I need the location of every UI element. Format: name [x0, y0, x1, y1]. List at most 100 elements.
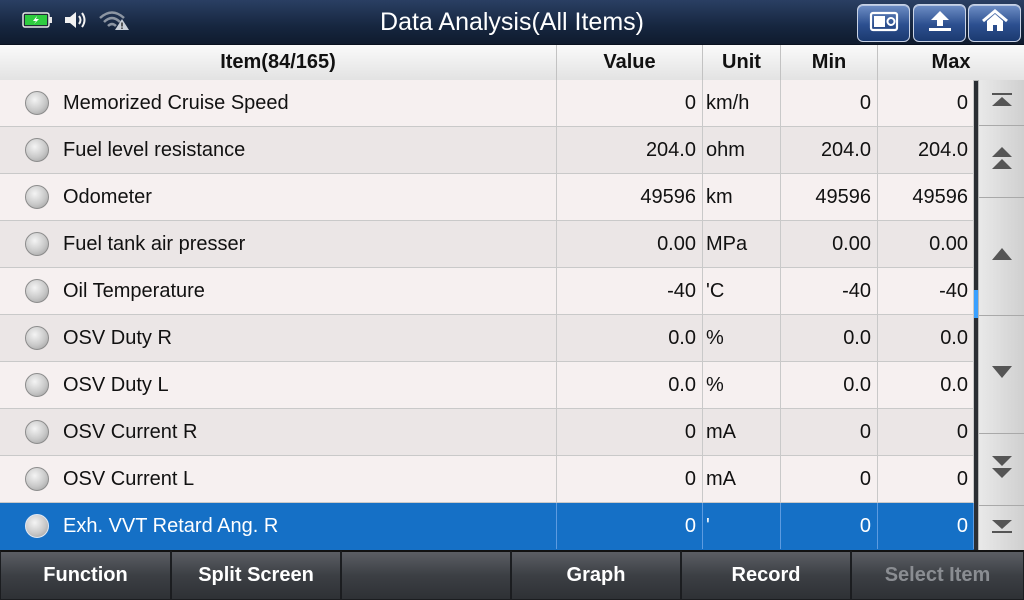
item-name: OSV Current L [63, 468, 195, 490]
item-max: 0.00 [878, 221, 974, 267]
item-value: 0 [557, 456, 703, 502]
table-row[interactable]: Odometer 49596 km 49596 49596 [0, 174, 974, 221]
item-name: Fuel tank air presser [63, 233, 246, 255]
item-max: 49596 [878, 174, 974, 220]
item-unit: ' [703, 503, 781, 549]
item-max: 0.0 [878, 362, 974, 408]
screenshot-icon [869, 10, 899, 37]
item-unit: km [703, 174, 781, 220]
item-unit: MPa [703, 221, 781, 267]
item-name: Odometer [63, 186, 152, 208]
item-max: -40 [878, 268, 974, 314]
scroll-down-button[interactable] [979, 316, 1024, 434]
row-radio-icon[interactable] [25, 373, 49, 397]
data-table: Memorized Cruise Speed 0 km/h 0 0 Fuel l… [0, 80, 974, 550]
item-min: 0.0 [781, 315, 878, 361]
back-button[interactable] [913, 4, 966, 42]
item-name: OSV Current R [63, 421, 198, 443]
item-value: 0.0 [557, 315, 703, 361]
empty-button[interactable] [341, 550, 511, 600]
item-min: 0 [781, 409, 878, 455]
item-max: 0 [878, 409, 974, 455]
title-bar: Data Analysis(All Items) [0, 0, 1024, 45]
item-value: 0 [557, 503, 703, 549]
home-button[interactable] [968, 4, 1021, 42]
item-name: OSV Duty L [63, 374, 169, 396]
item-value: 0 [557, 409, 703, 455]
item-max: 0.0 [878, 315, 974, 361]
item-max: 0 [878, 503, 974, 549]
item-max: 0 [878, 456, 974, 502]
home-icon [980, 8, 1010, 38]
page-down-button[interactable] [979, 434, 1024, 506]
item-min: 204.0 [781, 127, 878, 173]
item-min: 0.0 [781, 362, 878, 408]
item-unit: 'C [703, 268, 781, 314]
table-row[interactable]: Fuel tank air presser 0.00 MPa 0.00 0.00 [0, 221, 974, 268]
item-min: 0 [781, 80, 878, 126]
scroll-to-bottom-icon [990, 518, 1014, 539]
column-header-unit[interactable]: Unit [703, 45, 781, 80]
table-row-selected[interactable]: Exh. VVT Retard Ang. R 0 ' 0 0 [0, 503, 974, 550]
scroll-up-button[interactable] [979, 198, 1024, 316]
item-max: 204.0 [878, 127, 974, 173]
page-up-button[interactable] [979, 126, 1024, 198]
item-min: 0 [781, 456, 878, 502]
item-value: -40 [557, 268, 703, 314]
item-name: Oil Temperature [63, 280, 205, 302]
scroll-to-top-icon [990, 92, 1014, 113]
column-header-min[interactable]: Min [781, 45, 878, 80]
item-min: 49596 [781, 174, 878, 220]
row-radio-icon[interactable] [25, 514, 49, 538]
item-max: 0 [878, 80, 974, 126]
graph-button[interactable]: Graph [511, 550, 681, 600]
item-unit: km/h [703, 80, 781, 126]
item-value: 204.0 [557, 127, 703, 173]
item-min: -40 [781, 268, 878, 314]
row-radio-icon[interactable] [25, 185, 49, 209]
scroll-top-button[interactable] [979, 80, 1024, 126]
item-name: Exh. VVT Retard Ang. R [63, 515, 279, 537]
chevron-down-icon [990, 365, 1014, 384]
record-button[interactable]: Record [681, 550, 851, 600]
row-radio-icon[interactable] [25, 138, 49, 162]
row-radio-icon[interactable] [25, 326, 49, 350]
item-value: 0.0 [557, 362, 703, 408]
row-radio-icon[interactable] [25, 420, 49, 444]
screenshot-button[interactable] [857, 4, 910, 42]
row-radio-icon[interactable] [25, 232, 49, 256]
item-min: 0.00 [781, 221, 878, 267]
row-radio-icon[interactable] [25, 279, 49, 303]
table-row[interactable]: Memorized Cruise Speed 0 km/h 0 0 [0, 80, 974, 127]
item-name: Memorized Cruise Speed [63, 92, 289, 114]
item-value: 49596 [557, 174, 703, 220]
table-row[interactable]: OSV Current L 0 mA 0 0 [0, 456, 974, 503]
row-radio-icon[interactable] [25, 91, 49, 115]
row-radio-icon[interactable] [25, 467, 49, 491]
back-icon [925, 9, 955, 38]
item-value: 0 [557, 80, 703, 126]
table-header: Item(84/165) Value Unit Min Max [0, 45, 1024, 81]
bottom-toolbar: Function Split Screen Graph Record Selec… [0, 550, 1024, 600]
table-row[interactable]: Oil Temperature -40 'C -40 -40 [0, 268, 974, 315]
column-header-item[interactable]: Item(84/165) [0, 45, 557, 80]
item-unit: mA [703, 409, 781, 455]
select-item-button[interactable]: Select Item [851, 550, 1024, 600]
item-name: OSV Duty R [63, 327, 172, 349]
column-header-value[interactable]: Value [557, 45, 703, 80]
scroll-bar [978, 80, 1024, 550]
double-chevron-up-icon [990, 146, 1014, 177]
table-row[interactable]: OSV Current R 0 mA 0 0 [0, 409, 974, 456]
table-row[interactable]: OSV Duty R 0.0 % 0.0 0.0 [0, 315, 974, 362]
item-unit: % [703, 315, 781, 361]
scroll-bottom-button[interactable] [979, 506, 1024, 550]
chevron-up-icon [990, 247, 1014, 266]
function-button[interactable]: Function [0, 550, 171, 600]
double-chevron-down-icon [990, 454, 1014, 485]
item-value: 0.00 [557, 221, 703, 267]
table-row[interactable]: OSV Duty L 0.0 % 0.0 0.0 [0, 362, 974, 409]
split-screen-button[interactable]: Split Screen [171, 550, 341, 600]
item-min: 0 [781, 503, 878, 549]
table-row[interactable]: Fuel level resistance 204.0 ohm 204.0 20… [0, 127, 974, 174]
column-header-max[interactable]: Max [878, 45, 1024, 80]
